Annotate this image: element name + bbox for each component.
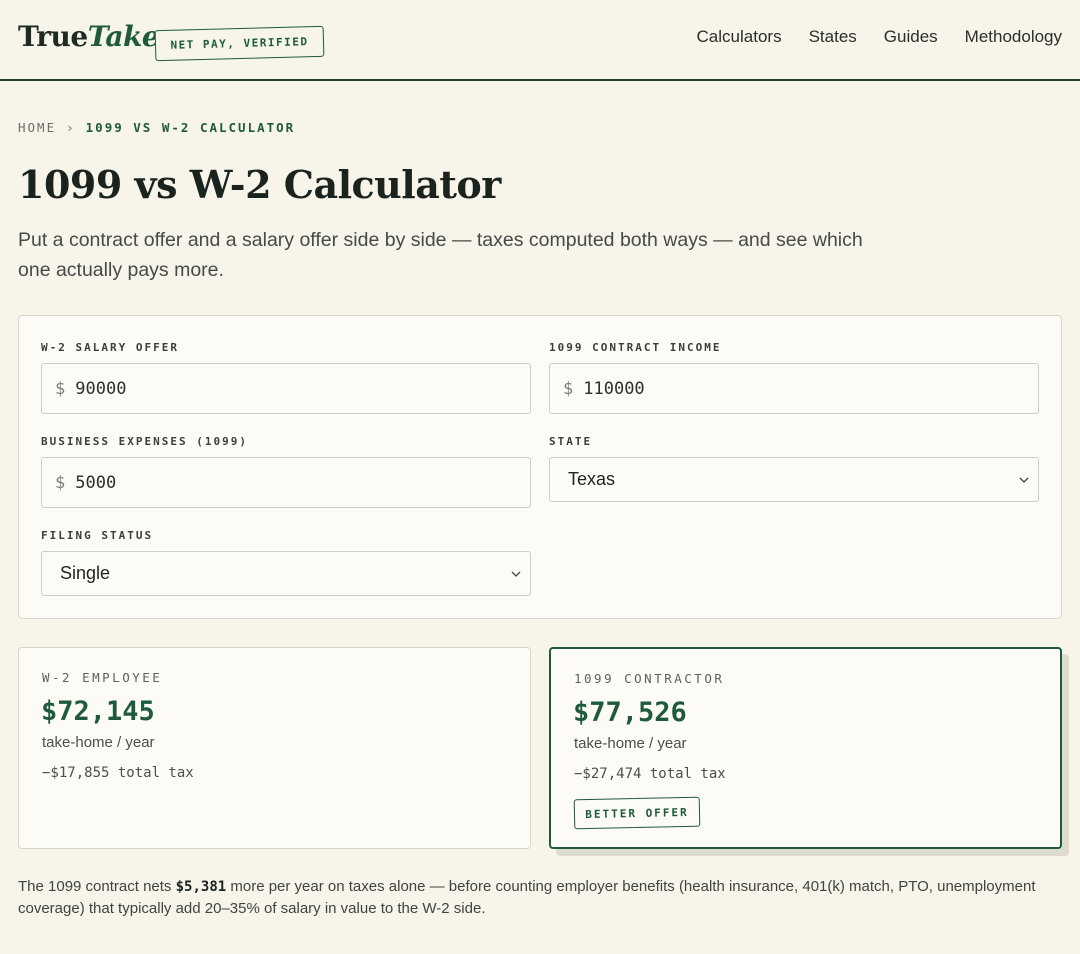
contract-income-input[interactable] <box>583 378 1004 399</box>
contractor-take-home-period: take-home / year <box>574 735 687 752</box>
main-nav: Calculators States Guides Methodology <box>697 27 1062 47</box>
comparison-note: The 1099 contract nets $5,381 more per y… <box>18 876 1062 920</box>
breadcrumb-separator: › <box>66 120 76 135</box>
dollar-icon: $ <box>55 472 66 493</box>
w2-salary-input-box[interactable]: $ <box>41 363 531 414</box>
breadcrumb: HOME › 1099 VS W-2 CALCULATOR <box>18 120 295 135</box>
brand-logo[interactable]: TrueTake <box>18 20 160 53</box>
chevron-down-icon <box>1019 477 1029 483</box>
breadcrumb-current: 1099 VS W-2 CALCULATOR <box>85 120 296 135</box>
filing-status-select[interactable]: Single <box>41 551 531 596</box>
w2-total-tax: −$17,855 total tax <box>42 765 194 781</box>
chevron-down-icon <box>511 571 521 577</box>
business-expenses-label: BUSINESS EXPENSES (1099) <box>41 435 248 448</box>
state-label: STATE <box>549 435 593 448</box>
w2-result-label: W-2 EMPLOYEE <box>42 670 163 685</box>
nav-states[interactable]: States <box>809 27 857 47</box>
nav-methodology[interactable]: Methodology <box>965 27 1062 47</box>
calculator-form: W-2 SALARY OFFER $ 1099 CONTRACT INCOME … <box>18 315 1062 619</box>
page-title: 1099 vs W-2 Calculator <box>18 162 501 207</box>
w2-salary-field: W-2 SALARY OFFER $ <box>41 341 531 414</box>
contractor-total-tax: −$27,474 total tax <box>574 766 726 782</box>
w2-result-card: W-2 EMPLOYEE $72,145 take-home / year −$… <box>18 647 531 849</box>
filing-status-selected-value: Single <box>60 563 111 583</box>
brand-name-take: Take <box>87 20 160 53</box>
page-subtitle: Put a contract offer and a salary offer … <box>18 229 863 281</box>
w2-salary-label: W-2 SALARY OFFER <box>41 341 179 354</box>
filing-status-field: FILING STATUS Single <box>41 529 531 596</box>
breadcrumb-home[interactable]: HOME <box>18 120 56 135</box>
business-expenses-field: BUSINESS EXPENSES (1099) $ <box>41 435 531 508</box>
business-expenses-input[interactable] <box>75 472 496 493</box>
brand-badge: NET PAY, VERIFIED <box>154 25 325 62</box>
comparison-difference: $5,381 <box>175 879 227 895</box>
w2-take-home-period: take-home / year <box>42 734 155 751</box>
contractor-result-card: 1099 CONTRACTOR $77,526 take-home / year… <box>549 647 1062 849</box>
filing-status-label: FILING STATUS <box>41 529 154 542</box>
dollar-icon: $ <box>563 378 574 399</box>
contract-income-input-box[interactable]: $ <box>549 363 1039 414</box>
business-expenses-input-box[interactable]: $ <box>41 457 531 508</box>
dollar-icon: $ <box>55 378 66 399</box>
contractor-result-label: 1099 CONTRACTOR <box>574 671 725 686</box>
better-offer-badge: BETTER OFFER <box>573 796 701 830</box>
state-selected-value: Texas <box>568 469 616 489</box>
w2-salary-input[interactable] <box>75 378 496 399</box>
contractor-take-home-amount: $77,526 <box>573 697 687 728</box>
state-field: STATE Texas <box>549 435 1039 502</box>
state-select[interactable]: Texas <box>549 457 1039 502</box>
nav-calculators[interactable]: Calculators <box>697 27 782 47</box>
brand-name-true: True <box>18 20 88 53</box>
contract-income-label: 1099 CONTRACT INCOME <box>549 341 722 354</box>
comparison-note-prefix: The 1099 contract nets <box>18 878 176 895</box>
site-header: TrueTake NET PAY, VERIFIED Calculators S… <box>0 0 1080 81</box>
contract-income-field: 1099 CONTRACT INCOME $ <box>549 341 1039 414</box>
nav-guides[interactable]: Guides <box>884 27 938 47</box>
w2-take-home-amount: $72,145 <box>41 696 155 727</box>
